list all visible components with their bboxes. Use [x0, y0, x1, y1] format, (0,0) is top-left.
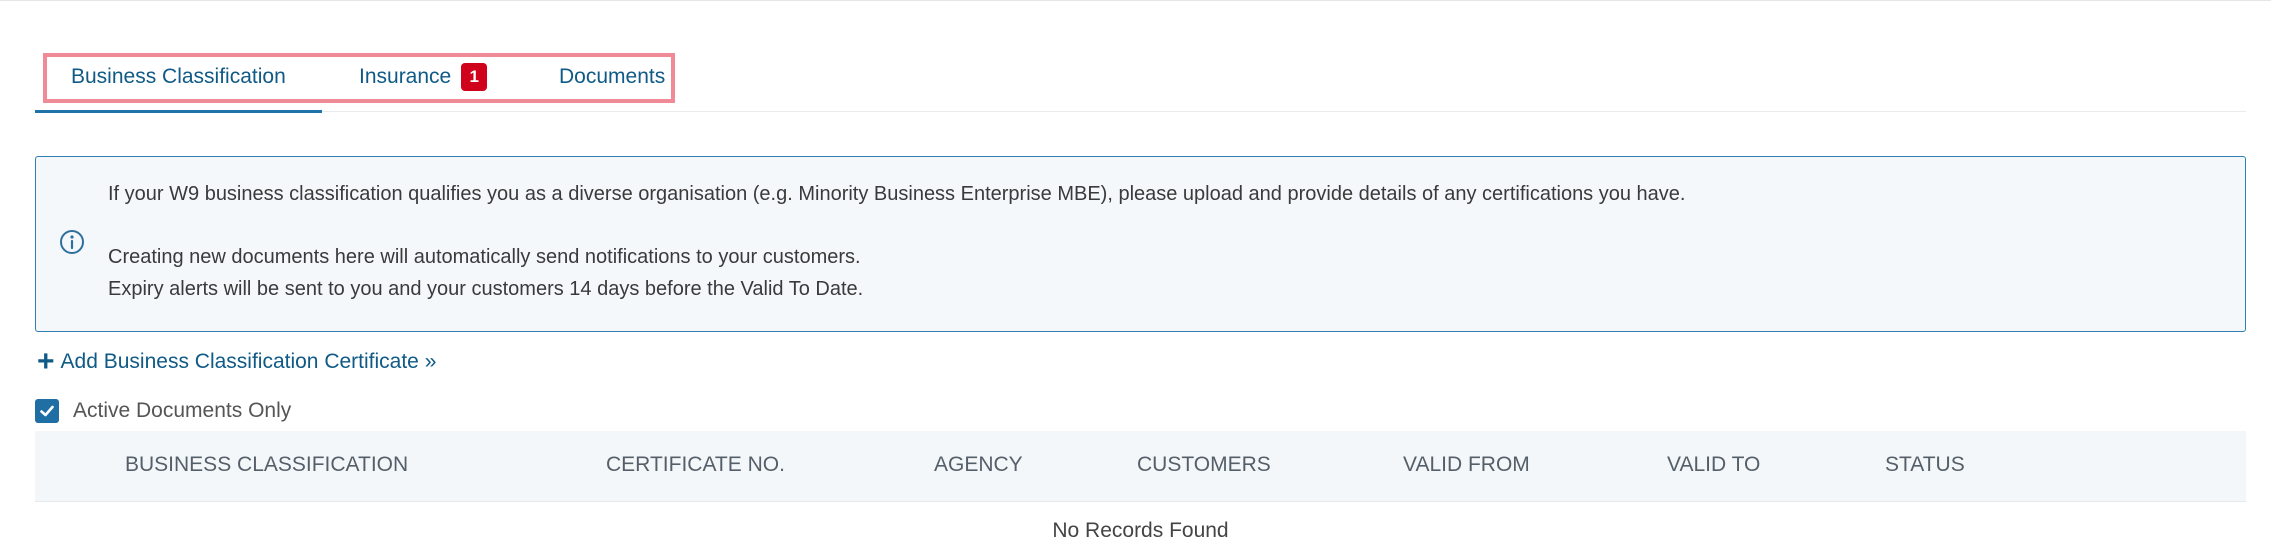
column-header-business-classification[interactable]: BUSINESS CLASSIFICATION — [125, 453, 408, 477]
table-header: BUSINESS CLASSIFICATION CERTIFICATE NO. … — [35, 431, 2246, 502]
column-header-agency[interactable]: AGENCY — [934, 453, 1023, 477]
info-alert: If your W9 business classification quali… — [35, 156, 2246, 332]
active-documents-label: Active Documents Only — [73, 399, 292, 422]
tab-label: Business Classification — [71, 65, 286, 88]
tab-label: Documents — [559, 65, 666, 88]
active-documents-filter: Active Documents Only — [35, 399, 291, 423]
info-text-line: Expiry alerts will be sent to you and yo… — [108, 278, 864, 300]
active-documents-checkbox[interactable] — [35, 399, 59, 423]
tab-bar: Business Classification Insurance 1 Docu… — [35, 51, 2246, 113]
page: Business Classification Insurance 1 Docu… — [0, 0, 2271, 557]
tab-label: Insurance — [359, 65, 452, 88]
column-header-certificate-no[interactable]: CERTIFICATE NO. — [606, 453, 785, 477]
add-business-classification-link[interactable]: + Add Business Classification Certificat… — [37, 345, 437, 378]
column-header-customers[interactable]: CUSTOMERS — [1137, 453, 1271, 477]
check-icon — [40, 405, 54, 417]
column-header-valid-from[interactable]: VALID FROM — [1403, 453, 1530, 477]
info-text-line: If your W9 business classification quali… — [108, 183, 1686, 205]
info-text-line: Creating new documents here will automat… — [108, 246, 861, 268]
certificates-table: BUSINESS CLASSIFICATION CERTIFICATE NO. … — [35, 431, 2246, 557]
add-link-label: Add Business Classification Certificate … — [60, 350, 437, 373]
empty-state-message: No Records Found — [1052, 519, 1229, 542]
tab-documents[interactable]: Documents — [559, 65, 665, 89]
plus-icon: + — [37, 345, 55, 378]
column-header-status[interactable]: STATUS — [1885, 453, 1965, 477]
tab-insurance[interactable]: Insurance 1 — [359, 63, 488, 91]
column-header-valid-to[interactable]: VALID TO — [1667, 453, 1760, 477]
tab-business-classification[interactable]: Business Classification — [71, 65, 286, 89]
notification-badge: 1 — [461, 63, 488, 91]
info-circle-icon — [59, 229, 85, 255]
active-tab-indicator — [35, 110, 322, 113]
